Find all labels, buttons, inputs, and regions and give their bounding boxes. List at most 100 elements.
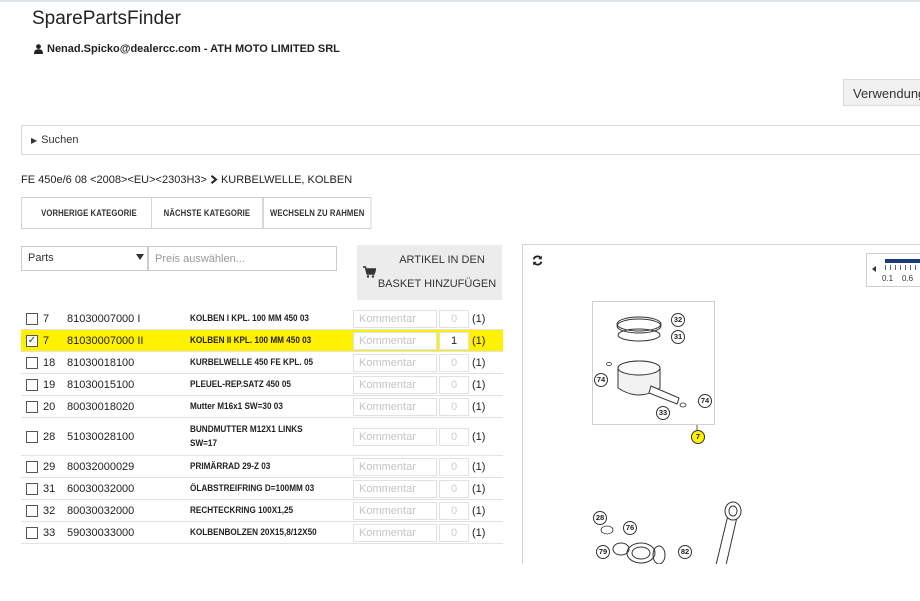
table-row[interactable]: 19 81030015100 PLEUEL-REP.SATZ 450 05 (1)	[21, 374, 503, 396]
row-comment-input[interactable]	[353, 309, 437, 328]
row-description: KURBELWELLE 450 FE KPL. 05	[190, 356, 314, 368]
row-position: 33	[43, 526, 56, 539]
row-comment-input[interactable]	[353, 397, 437, 416]
row-description: PLEUEL-REP.SATZ 450 05	[190, 378, 291, 390]
next-category-button[interactable]: NÄCHSTE KATEGORIE	[151, 197, 263, 229]
row-checkbox[interactable]: ✓	[26, 334, 38, 347]
row-checkbox[interactable]	[26, 400, 38, 413]
row-position: 20	[43, 400, 56, 413]
switch-to-frame-button[interactable]: WECHSELN ZU RAHMEN	[263, 197, 372, 229]
caret-right-icon: ▶	[31, 135, 38, 145]
row-quantity-input[interactable]	[439, 523, 469, 542]
row-quantity-cell	[439, 456, 472, 478]
row-comment-input[interactable]	[353, 479, 437, 498]
breadcrumb: FE 450e/6 08 <2008><EU><2303H3> KURBELWE…	[21, 173, 352, 187]
callout-7-highlighted[interactable]: 7	[691, 430, 705, 444]
row-comment-input[interactable]	[353, 353, 437, 372]
row-quantity-input[interactable]	[439, 457, 469, 476]
row-comment-input[interactable]	[353, 501, 437, 520]
row-checkbox-cell	[21, 456, 43, 478]
row-quantity-input[interactable]	[439, 427, 469, 446]
app-title: SparePartsFinder	[32, 8, 181, 29]
row-quantity-input[interactable]	[439, 353, 469, 372]
row-quantity-cell	[439, 330, 472, 352]
row-quantity-cell	[439, 522, 472, 544]
row-checkbox[interactable]	[26, 312, 38, 325]
row-comment-input[interactable]	[353, 427, 437, 446]
callout-76[interactable]: 76	[623, 521, 637, 535]
row-position: 29	[43, 460, 56, 473]
row-part-number: 60030032000	[67, 482, 135, 495]
row-part-number: 81030018100	[67, 356, 135, 369]
row-quantity-cell	[439, 308, 472, 330]
row-availability: (1)	[472, 400, 486, 413]
row-checkbox[interactable]	[26, 526, 38, 539]
callout-74-left[interactable]: 74	[594, 373, 608, 387]
price-select-input[interactable]	[148, 246, 337, 271]
row-checkbox[interactable]	[26, 482, 38, 495]
table-row[interactable]: 28 51030028100 BUNDMUTTER M12X1 LINKS SW=17…	[21, 418, 503, 456]
table-row[interactable]: 20 80030018020 Mutter M16x1 SW=30 03 (1)	[21, 396, 503, 418]
table-row[interactable]: 31 60030032000 ÖLABSTREIFRING D=100MM 03 (1…	[21, 478, 503, 500]
row-quantity-input[interactable]	[439, 397, 469, 416]
row-description-cell: PLEUEL-REP.SATZ 450 05	[190, 374, 353, 396]
callout-28[interactable]: 28	[593, 511, 607, 525]
parts-type-select[interactable]: Parts	[21, 246, 148, 271]
table-row[interactable]: 33 59030033000 KOLBENBOLZEN 20X15,8/12X50 (…	[21, 522, 503, 544]
row-availability: (1)	[472, 334, 486, 347]
search-panel-toggle[interactable]: ▶ Suchen	[21, 125, 920, 155]
row-checkbox[interactable]	[26, 504, 38, 517]
table-row[interactable]: 32 80030032000 RECHTECKRING 100X1,25 (1)	[21, 500, 503, 522]
row-availability: (1)	[472, 356, 486, 369]
callout-79[interactable]: 79	[596, 545, 610, 559]
row-comment-cell	[353, 500, 439, 522]
row-quantity-input[interactable]	[439, 331, 469, 350]
row-checkbox[interactable]	[26, 430, 38, 443]
basket-label-line2: BASKET HINZUFÜGEN	[377, 278, 497, 290]
callout-74-right[interactable]: 74	[698, 394, 712, 408]
table-row[interactable]: ✓ 7 81030007000 II KOLBEN II KPL. 100 MM 45…	[21, 329, 503, 352]
row-comment-cell	[353, 456, 439, 478]
previous-category-button[interactable]: VORHERIGE KATEGORIE	[21, 197, 157, 229]
row-checkbox[interactable]	[26, 356, 38, 369]
row-description-line2: SW=17	[190, 437, 218, 449]
row-availability: (1)	[472, 378, 486, 391]
add-to-basket-button[interactable]: ARTIKEL IN DEN BASKET HINZUFÜGEN	[357, 245, 502, 300]
row-description-cell: KOLBEN II KPL. 100 MM 450 03	[190, 330, 353, 352]
row-checkbox-cell	[21, 500, 43, 522]
row-availability: (1)	[472, 460, 486, 473]
callout-82[interactable]: 82	[678, 545, 692, 559]
row-description-cell: Mutter M16x1 SW=30 03	[190, 396, 353, 418]
row-comment-input[interactable]	[353, 523, 437, 542]
breadcrumb-model[interactable]: FE 450e/6 08 <2008><EU><2303H3>	[21, 174, 207, 186]
parts-table: 7 81030007000 I KOLBEN I KPL. 100 MM 450 0…	[21, 308, 503, 544]
row-comment-input[interactable]	[353, 331, 437, 350]
row-comment-input[interactable]	[353, 457, 437, 476]
row-quantity-cell	[439, 396, 472, 418]
callout-31[interactable]: 31	[671, 330, 685, 344]
row-quantity-input[interactable]	[439, 501, 469, 520]
callout-32[interactable]: 32	[671, 313, 685, 327]
table-row[interactable]: 7 81030007000 I KOLBEN I KPL. 100 MM 450 0…	[21, 308, 503, 330]
row-quantity-cell	[439, 418, 472, 456]
callout-33[interactable]: 33	[656, 406, 670, 420]
row-description-cell: PRIMÄRRAD 29-Z 03	[190, 456, 353, 478]
row-position: 31	[43, 482, 56, 495]
table-row[interactable]: 18 81030018100 KURBELWELLE 450 FE KPL. 05 (…	[21, 352, 503, 374]
row-part-number: 80030032000	[67, 504, 135, 517]
row-position: 7	[43, 312, 50, 325]
row-quantity-input[interactable]	[439, 479, 469, 498]
table-row[interactable]: 29 80032000029 PRIMÄRRAD 29-Z 03 (1)	[21, 456, 503, 478]
usage-button[interactable]: Verwendung	[843, 79, 920, 106]
user-label: Nenad.Spicko@dealercc.com - ATH MOTO LIM…	[47, 43, 340, 55]
row-comment-cell	[353, 522, 439, 544]
row-description: BUNDMUTTER M12X1 LINKS	[190, 423, 303, 435]
row-quantity-input[interactable]	[439, 309, 469, 328]
search-label: Suchen	[41, 134, 79, 146]
row-comment-input[interactable]	[353, 375, 437, 394]
exploded-diagram-panel[interactable]: 0.1 0.6 32 31 74 74 33 7 28 76 79 82	[522, 244, 920, 564]
row-quantity-input[interactable]	[439, 375, 469, 394]
row-comment-cell	[353, 396, 439, 418]
row-checkbox[interactable]	[26, 460, 38, 473]
row-checkbox[interactable]	[26, 378, 38, 391]
